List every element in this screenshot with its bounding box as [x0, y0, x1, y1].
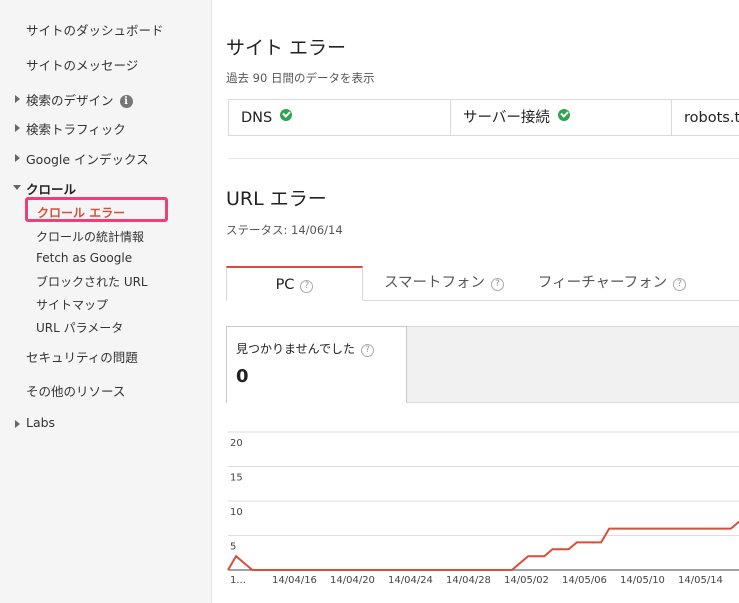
- check-icon: [280, 109, 293, 121]
- y-tick-label: 20: [230, 438, 243, 449]
- site-errors-table: DNS サーバー接続 robots.txt: [228, 99, 739, 136]
- sidebar-item-label: サイトのダッシュボード: [26, 23, 164, 38]
- help-icon[interactable]: ?: [491, 278, 505, 291]
- tab-pc[interactable]: PC?: [226, 266, 363, 301]
- cell-label: サーバー接続: [463, 110, 550, 126]
- help-icon[interactable]: ?: [673, 278, 687, 291]
- tab-feature-phone[interactable]: フィーチャーフォン?: [524, 266, 700, 300]
- sidebar-item-crawl[interactable]: クロール: [13, 179, 77, 198]
- expand-triangle-icon: [15, 124, 20, 132]
- sidebar-item-search-traffic[interactable]: 検索トラフィック: [15, 119, 126, 138]
- x-tick-label: 14/04/24: [388, 575, 433, 586]
- x-tick-label: 14/04/16: [272, 575, 317, 586]
- sidebar-item-google-index[interactable]: Google インデックス: [15, 149, 149, 168]
- sidebar-item-sitemaps[interactable]: サイトマップ: [36, 296, 108, 313]
- tab-label: スマートフォン: [383, 275, 486, 291]
- tab-label: フィーチャーフォン: [537, 275, 668, 291]
- sidebar-item-label: セキュリティの問題: [26, 350, 138, 365]
- server-connectivity-cell[interactable]: サーバー接続: [451, 100, 672, 135]
- metric-card-not-found[interactable]: [226, 326, 407, 403]
- expand-triangle-icon: [15, 420, 20, 428]
- x-tick-label: 14/05/14: [678, 575, 723, 586]
- sidebar-item-crawl-errors[interactable]: クロール エラー: [37, 204, 125, 221]
- sidebar-item-search-appearance[interactable]: 検索のデザイン i: [15, 90, 133, 109]
- y-tick-label: 5: [230, 542, 236, 553]
- x-tick-label: 14/04/20: [330, 575, 375, 586]
- sidebar-item-other-resources[interactable]: その他のリソース: [26, 381, 125, 400]
- site-errors-title: サイト エラー: [226, 37, 347, 59]
- url-errors-title: URL エラー: [226, 188, 327, 210]
- sidebar: サイトのダッシュボード サイトのメッセージ 検索のデザイン i 検索トラフィック …: [0, 0, 212, 603]
- sidebar-item-label: サイトのメッセージ: [26, 58, 139, 73]
- metric-strip: [406, 326, 739, 403]
- sidebar-item-fetch-as-google[interactable]: Fetch as Google: [36, 251, 132, 265]
- sidebar-item-label: その他のリソース: [26, 384, 126, 399]
- robots-cell[interactable]: robots.txt: [672, 100, 739, 135]
- collapse-triangle-icon: [13, 185, 21, 190]
- check-icon: [557, 109, 570, 121]
- cell-label: robots.txt: [684, 110, 739, 126]
- info-icon[interactable]: i: [119, 95, 133, 108]
- sidebar-item-crawl-stats[interactable]: クロールの統計情報: [36, 228, 144, 245]
- expand-triangle-icon: [15, 154, 20, 162]
- x-tick-label: 14/05/10: [620, 575, 665, 586]
- url-errors-chart: 5 10 15 20 1... 14/04/16 14/04/20 14/04/24 14/04…: [227, 431, 739, 586]
- sidebar-item-blocked-urls[interactable]: ブロックされた URL: [36, 273, 148, 290]
- sidebar-item-messages[interactable]: サイトのメッセージ: [26, 55, 138, 74]
- x-tick-label: 14/04/28: [446, 575, 491, 586]
- metric-label-text: 見つかりませんでした: [236, 342, 356, 356]
- metric-value: 0: [236, 366, 249, 387]
- tab-smartphone[interactable]: スマートフォン?: [370, 266, 518, 300]
- sidebar-item-security-issues[interactable]: セキュリティの問題: [26, 347, 138, 366]
- y-tick-label: 15: [230, 473, 243, 484]
- x-tick-label: 14/05/06: [562, 575, 607, 586]
- help-icon[interactable]: ?: [300, 280, 314, 293]
- dns-cell[interactable]: DNS: [229, 100, 451, 135]
- sidebar-item-label: Google インデックス: [26, 152, 149, 167]
- site-errors-subtitle: 過去 90 日間のデータを表示: [226, 71, 375, 85]
- help-icon[interactable]: ?: [361, 344, 375, 357]
- sidebar-item-label: クロール: [26, 182, 77, 197]
- url-errors-status: ステータス: 14/06/14: [226, 223, 343, 237]
- x-tick-label: 14/05/02: [504, 575, 549, 586]
- series-line: [227, 520, 739, 571]
- section-divider: [228, 158, 739, 159]
- sidebar-item-dashboard[interactable]: サイトのダッシュボード: [26, 20, 164, 39]
- y-tick-label: 10: [230, 507, 243, 518]
- sidebar-item-url-parameters[interactable]: URL パラメータ: [36, 319, 123, 336]
- sidebar-item-labs[interactable]: Labs: [15, 415, 56, 430]
- tab-label: PC: [275, 277, 295, 293]
- metric-label: 見つかりませんでした?: [236, 340, 375, 357]
- cell-label: DNS: [241, 110, 273, 126]
- sidebar-item-label: 検索のデザイン: [26, 93, 114, 108]
- sidebar-item-label: 検索トラフィック: [26, 122, 126, 137]
- expand-triangle-icon: [15, 95, 20, 103]
- sidebar-item-label: Labs: [26, 415, 56, 430]
- x-tick-label: 1...: [230, 575, 246, 586]
